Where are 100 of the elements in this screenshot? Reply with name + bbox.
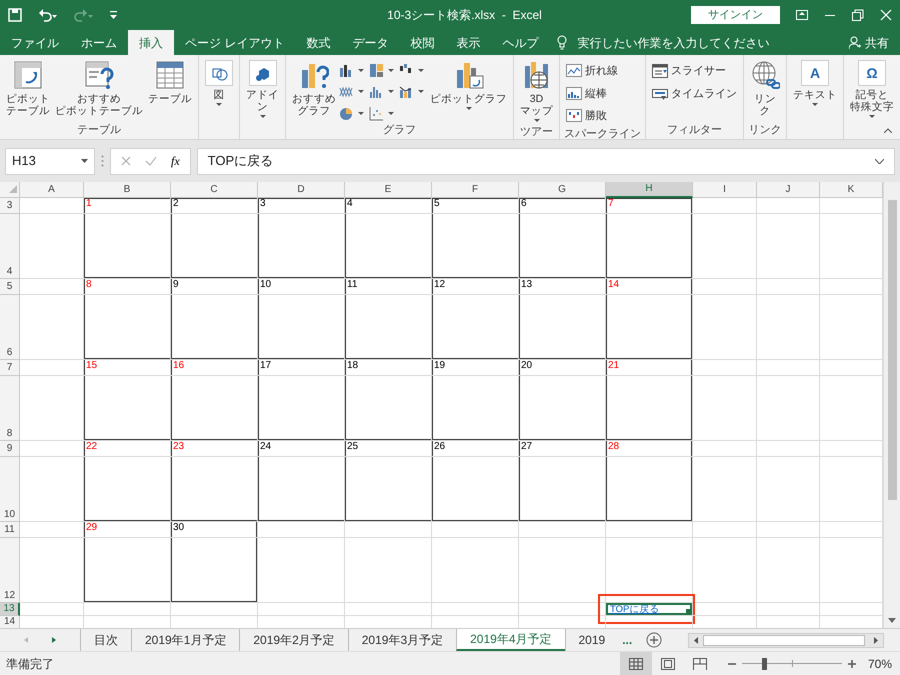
row-header[interactable]: 6: [0, 295, 20, 360]
ribbon-tab[interactable]: ファイル: [0, 30, 70, 55]
statistic-chart-icon: [369, 84, 384, 100]
column-header[interactable]: K: [820, 182, 883, 198]
row-header[interactable]: 10: [0, 457, 20, 522]
expand-icon[interactable]: [875, 158, 884, 164]
column-header[interactable]: I: [693, 182, 757, 198]
row-header[interactable]: 8: [0, 376, 20, 441]
ribbon-button[interactable]: A テキスト: [791, 58, 839, 122]
row-header[interactable]: 11: [0, 522, 20, 538]
zoom-level[interactable]: 70%: [868, 654, 892, 672]
undo-icon[interactable]: [38, 8, 58, 22]
column-header[interactable]: D: [258, 182, 345, 198]
scroll-thumb[interactable]: [888, 200, 896, 500]
day-number: 14: [608, 279, 620, 290]
ribbon-tab[interactable]: ページ レイアウト: [174, 30, 296, 55]
close-icon[interactable]: [880, 9, 892, 21]
zoom-slider[interactable]: [742, 656, 842, 670]
active-cell[interactable]: TOPに戻る: [606, 603, 692, 615]
row-header[interactable]: 7: [0, 360, 20, 376]
page-break-icon: [692, 658, 707, 670]
day-number: 10: [260, 279, 272, 290]
formula-field[interactable]: TOPに戻る: [196, 148, 895, 174]
zoom-in-icon[interactable]: [848, 660, 856, 668]
day-number: 17: [260, 360, 272, 371]
vertical-scrollbar[interactable]: [883, 182, 900, 628]
ribbon-tab[interactable]: 校閲: [399, 30, 446, 55]
row-header[interactable]: 12: [0, 538, 20, 603]
chart-type-button[interactable]: [339, 62, 367, 79]
row-header[interactable]: 3: [0, 198, 20, 214]
column-header[interactable]: E: [345, 182, 432, 198]
name-box[interactable]: H13: [5, 148, 95, 174]
caret-icon: [358, 90, 364, 94]
row-header[interactable]: 9: [0, 441, 20, 457]
ribbon-button[interactable]: ピボットグラフ: [428, 58, 509, 122]
add-sheet-icon[interactable]: [646, 632, 662, 648]
ribbon-button[interactable]: 図: [203, 58, 235, 122]
chart-type-button[interactable]: [399, 84, 427, 100]
column-header[interactable]: J: [757, 182, 820, 198]
row-header[interactable]: 13: [0, 603, 20, 616]
tell-me-field[interactable]: 実行したい作業を入力してください: [575, 32, 776, 52]
row-header[interactable]: 14: [0, 616, 20, 628]
ribbon-button[interactable]: ピボット テーブル: [4, 58, 52, 122]
ribbon-button[interactable]: タイムライン: [650, 84, 739, 103]
lightbulb-icon: [557, 35, 568, 50]
ribbon-button[interactable]: おすすめ ピボットテーブル: [53, 58, 145, 122]
column-header[interactable]: A: [20, 182, 84, 198]
day-number: 3: [260, 198, 266, 209]
day-number: 6: [521, 198, 527, 209]
ribbon-button[interactable]: スライサー: [650, 62, 739, 80]
scroll-right-icon[interactable]: [52, 637, 56, 643]
ribbon-tab[interactable]: 数式: [295, 30, 342, 55]
caret-icon: [81, 159, 88, 163]
day-number: 28: [608, 441, 620, 452]
ribbon-display-icon[interactable]: [796, 10, 808, 20]
customize-icon[interactable]: [110, 10, 118, 20]
more-sheets-button[interactable]: ...: [618, 629, 636, 651]
horizontal-scrollbar[interactable]: [688, 632, 884, 648]
view-button[interactable]: [620, 652, 652, 675]
ribbon-button[interactable]: 折れ線: [564, 62, 620, 80]
ribbon-button[interactable]: 3D マップ: [518, 58, 555, 124]
scroll-down-icon[interactable]: [888, 618, 896, 623]
ribbon-button[interactable]: アドイ ン: [244, 58, 281, 122]
row-header[interactable]: 4: [0, 214, 20, 279]
ribbon-tab[interactable]: ホーム: [70, 30, 128, 55]
ribbon-tab[interactable]: 表示: [445, 30, 492, 55]
column-header[interactable]: B: [84, 182, 171, 198]
day-number: 21: [608, 360, 620, 371]
day-number: 29: [86, 522, 98, 533]
ribbon-tab[interactable]: ヘルプ: [491, 30, 550, 55]
group-label: グラフ: [382, 123, 417, 138]
ribbon-button[interactable]: Ω 記号と 特殊文字: [848, 58, 896, 122]
ribbon-tab[interactable]: 挿入: [128, 30, 174, 55]
column-header[interactable]: F: [432, 182, 519, 198]
sheet-tab[interactable]: 2019年4月予定: [456, 629, 564, 651]
insert-function-button[interactable]: fx: [171, 152, 180, 170]
column-header[interactable]: C: [171, 182, 258, 198]
column-header[interactable]: G: [519, 182, 606, 198]
row-header[interactable]: 5: [0, 279, 20, 295]
zoom-thumb[interactable]: [762, 658, 767, 670]
save-icon[interactable]: [8, 8, 22, 22]
ribbon-button[interactable]: 勝敗: [564, 107, 620, 126]
share-button[interactable]: 共有: [838, 30, 900, 55]
ribbon-button[interactable]: テーブル: [146, 58, 194, 122]
day-number: 18: [347, 360, 358, 371]
pie-chart-icon: [339, 106, 354, 122]
hyperlink[interactable]: TOPに戻る: [610, 604, 660, 615]
ribbon-button[interactable]: おすすめ グラフ: [290, 58, 338, 122]
ribbon-button[interactable]: 縦棒: [564, 84, 620, 103]
fill-handle[interactable]: [686, 609, 690, 613]
sign-in-button[interactable]: サインイン: [691, 6, 780, 24]
group-label: フィルター: [666, 123, 723, 138]
restore-icon[interactable]: [852, 9, 864, 21]
column-header[interactable]: H: [606, 182, 693, 198]
scroll-thumb[interactable]: [703, 634, 866, 646]
collapse-ribbon-icon[interactable]: [884, 128, 892, 133]
group-label: テーブル: [76, 122, 122, 138]
day-number: 24: [260, 441, 272, 452]
ribbon-button[interactable]: リン ク: [748, 58, 782, 122]
ribbon-tab[interactable]: データ: [341, 30, 400, 55]
